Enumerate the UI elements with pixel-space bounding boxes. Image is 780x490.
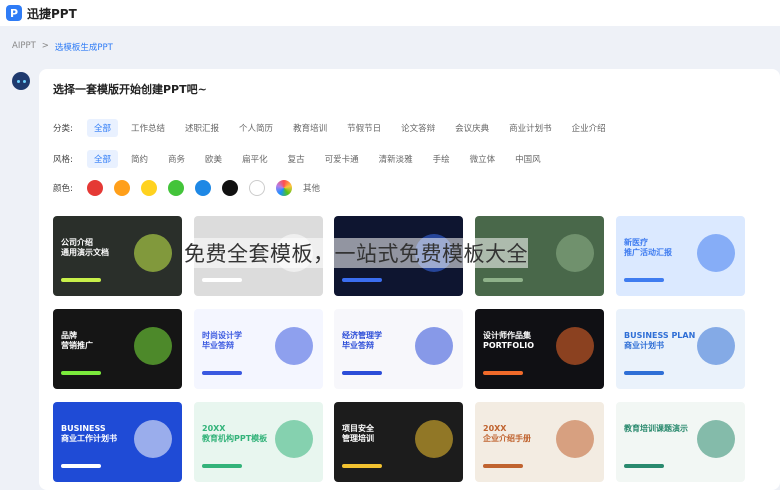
style-option[interactable]: 扁平化	[235, 150, 275, 168]
category-option[interactable]: 全部	[87, 119, 119, 137]
template-title: 公司介绍 通用演示文档	[61, 238, 109, 257]
template-decoration	[556, 234, 594, 272]
template-decoration	[697, 420, 735, 458]
breadcrumb-current: 选模板生成PPT	[54, 43, 113, 53]
template-title: 设计师作品集 PORTFOLIO	[483, 331, 535, 350]
overlay-caption: 免费全套模板，一站式免费模板大全	[184, 238, 528, 268]
template-decoration	[134, 234, 172, 272]
style-option[interactable]: 微立体	[463, 150, 503, 168]
template-decoration	[275, 327, 313, 365]
category-option[interactable]: 教育培训	[286, 119, 334, 137]
style-filter: 风格: 全部 简约 商务 欧美 扁平化 复古 可爱卡通 清新淡雅 手绘 微立体 中国风	[53, 150, 554, 168]
template-title: 20XX 企业介绍手册	[483, 424, 531, 443]
style-option[interactable]: 手绘	[426, 150, 457, 168]
style-option[interactable]: 清新淡雅	[372, 150, 420, 168]
template-accent-bar	[342, 278, 382, 282]
prompt-message: 选择一套模版开始创建PPT吧~	[53, 83, 207, 96]
template-decoration	[556, 420, 594, 458]
color-swatch[interactable]	[114, 180, 130, 196]
color-swatch[interactable]	[249, 180, 265, 196]
template-title: 20XX 教育机构PPT模板	[202, 424, 268, 443]
template-thumbnail[interactable]: 设计师作品集 PORTFOLIO	[475, 309, 604, 389]
template-accent-bar	[342, 371, 382, 375]
template-thumbnail[interactable]: 经济管理学 毕业答辩	[334, 309, 463, 389]
template-decoration	[697, 327, 735, 365]
template-thumbnail[interactable]: 公司介绍 通用演示文档	[53, 216, 182, 296]
style-option[interactable]: 欧美	[198, 150, 229, 168]
app-logo-icon[interactable]: P	[6, 5, 22, 21]
category-option[interactable]: 工作总结	[124, 119, 172, 137]
template-decoration	[415, 420, 453, 458]
template-title: 品牌 营销推广	[61, 331, 93, 350]
category-option[interactable]: 会议庆典	[448, 119, 496, 137]
app-name[interactable]: 迅捷PPT	[27, 5, 77, 22]
breadcrumb-root[interactable]: AIPPT	[12, 41, 36, 53]
template-accent-bar	[61, 464, 101, 468]
category-option[interactable]: 企业介绍	[565, 119, 613, 137]
top-bar: P 迅捷PPT	[0, 0, 780, 26]
breadcrumb-separator: >	[41, 41, 49, 51]
template-accent-bar	[624, 278, 664, 282]
template-thumbnail[interactable]: BUSINESS 商业工作计划书	[53, 402, 182, 482]
color-swatch[interactable]	[168, 180, 184, 196]
template-title: 新医疗 推广活动汇报	[624, 238, 672, 257]
template-thumbnail[interactable]: 20XX 教育机构PPT模板	[194, 402, 323, 482]
color-other-option[interactable]: 其他	[303, 182, 320, 194]
template-accent-bar	[342, 464, 382, 468]
template-title: 项目安全 管理培训	[342, 424, 374, 443]
template-thumbnail[interactable]: 新医疗 推广活动汇报	[616, 216, 745, 296]
template-decoration	[134, 327, 172, 365]
template-thumbnail[interactable]: 品牌 营销推广	[53, 309, 182, 389]
category-option[interactable]: 述职汇报	[178, 119, 226, 137]
style-option[interactable]: 复古	[281, 150, 312, 168]
category-filter: 分类: 全部 工作总结 述职汇报 个人简历 教育培训 节假节日 论文答辩 会议庆典 商业计划书企…	[53, 119, 619, 137]
template-title: BUSINESS PLAN 商业计划书	[624, 331, 696, 350]
template-thumbnail[interactable]: 教育培训课题演示	[616, 402, 745, 482]
color-swatch[interactable]	[276, 180, 292, 196]
category-label: 分类:	[53, 124, 73, 134]
template-title: 教育培训课题演示	[624, 424, 688, 433]
template-accent-bar	[202, 464, 242, 468]
category-option[interactable]: 节假节日	[340, 119, 388, 137]
template-decoration	[275, 420, 313, 458]
template-thumbnail[interactable]: 20XX 企业介绍手册	[475, 402, 604, 482]
template-decoration	[415, 327, 453, 365]
template-accent-bar	[483, 278, 523, 282]
color-swatch[interactable]	[195, 180, 211, 196]
template-accent-bar	[624, 464, 664, 468]
breadcrumb: AIPPT > 选模板生成PPT	[12, 41, 113, 53]
style-option[interactable]: 全部	[87, 150, 119, 168]
template-accent-bar	[61, 371, 101, 375]
template-title: BUSINESS 商业工作计划书	[61, 424, 117, 443]
style-option[interactable]: 中国风	[508, 150, 548, 168]
color-swatch[interactable]	[222, 180, 238, 196]
template-decoration	[697, 234, 735, 272]
template-accent-bar	[202, 278, 242, 282]
color-filter: 颜色: 其他	[53, 180, 320, 196]
template-decoration	[556, 327, 594, 365]
template-thumbnail[interactable]: BUSINESS PLAN 商业计划书	[616, 309, 745, 389]
ai-assistant-avatar-icon	[12, 72, 30, 90]
template-accent-bar	[61, 278, 101, 282]
template-title: 时尚设计学 毕业答辩	[202, 331, 242, 350]
color-swatch[interactable]	[87, 180, 103, 196]
template-accent-bar	[624, 371, 664, 375]
template-accent-bar	[202, 371, 242, 375]
category-option[interactable]: 个人简历	[232, 119, 280, 137]
style-option[interactable]: 可爱卡通	[318, 150, 366, 168]
style-option[interactable]: 简约	[124, 150, 155, 168]
template-accent-bar	[483, 464, 523, 468]
template-title: 经济管理学 毕业答辩	[342, 331, 382, 350]
color-label: 颜色:	[53, 184, 73, 194]
style-label: 风格:	[53, 155, 73, 165]
color-swatch[interactable]	[141, 180, 157, 196]
template-thumbnail[interactable]: 时尚设计学 毕业答辩	[194, 309, 323, 389]
template-thumbnail[interactable]: 项目安全 管理培训	[334, 402, 463, 482]
template-decoration	[134, 420, 172, 458]
category-option[interactable]: 商业计划书	[502, 119, 559, 137]
template-picker-card: 选择一套模版开始创建PPT吧~ 分类: 全部 工作总结 述职汇报 个人简历 教育培训 节假…	[39, 69, 780, 490]
template-accent-bar	[483, 371, 523, 375]
style-option[interactable]: 商务	[161, 150, 192, 168]
category-option[interactable]: 论文答辩	[394, 119, 442, 137]
